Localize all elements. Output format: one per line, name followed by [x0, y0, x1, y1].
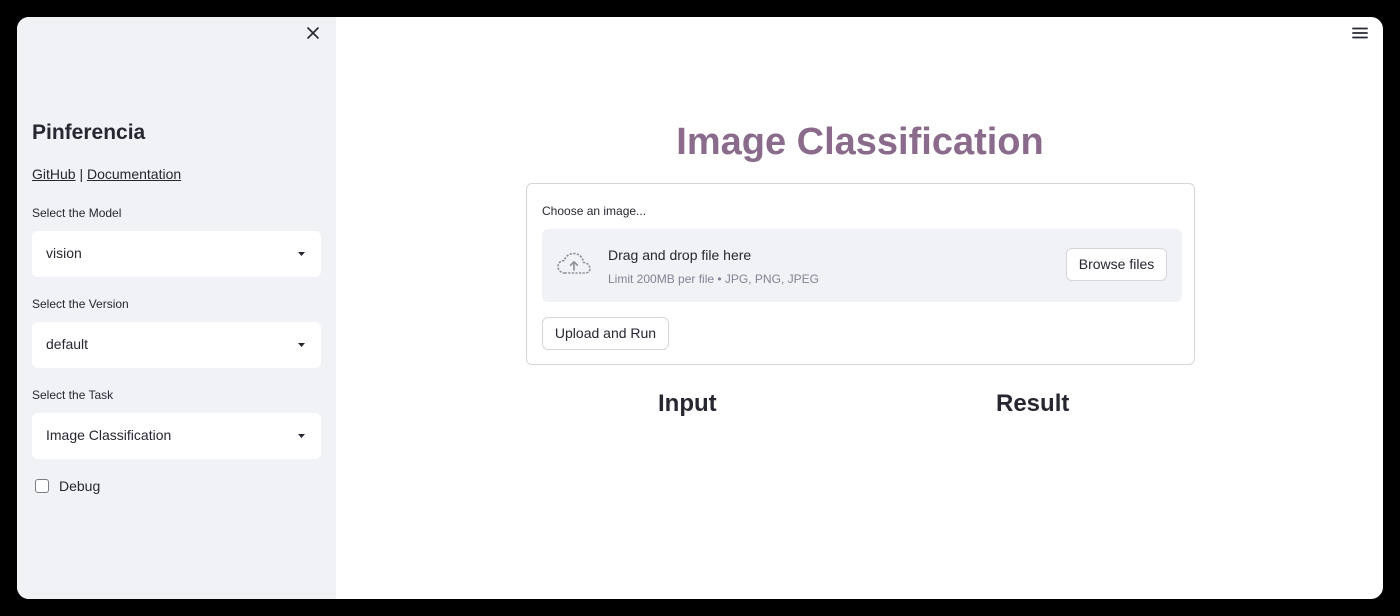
input-heading: Input — [658, 390, 717, 417]
task-select-label: Select the Task — [32, 388, 114, 402]
documentation-link[interactable]: Documentation — [87, 166, 181, 182]
task-select[interactable]: Image Classification — [32, 413, 321, 459]
link-separator: | — [75, 166, 87, 182]
github-link[interactable]: GitHub — [32, 166, 76, 182]
upload-form: Choose an image... Drag and drop file he… — [526, 183, 1195, 365]
sidebar-title: Pinferencia — [32, 121, 146, 144]
sidebar: Pinferencia GitHub | Documentation Selec… — [17, 17, 336, 599]
version-select-label: Select the Version — [32, 297, 129, 311]
chevron-down-icon — [298, 252, 305, 256]
model-select[interactable]: vision — [32, 231, 321, 277]
result-heading: Result — [996, 390, 1070, 417]
browse-files-button[interactable]: Browse files — [1066, 248, 1167, 281]
file-uploader-label: Choose an image... — [542, 204, 647, 218]
cloud-upload-icon — [557, 252, 591, 274]
model-select-label: Select the Model — [32, 206, 122, 220]
app-window: Pinferencia GitHub | Documentation Selec… — [17, 17, 1383, 599]
version-select-value: default — [46, 336, 89, 352]
close-sidebar-button[interactable] — [303, 23, 323, 43]
chevron-down-icon — [298, 434, 305, 438]
task-select-value: Image Classification — [46, 427, 172, 443]
dropzone-title: Drag and drop file here — [608, 247, 752, 263]
upload-and-run-button[interactable]: Upload and Run — [542, 317, 669, 350]
dropzone-limit-text: Limit 200MB per file • JPG, PNG, JPEG — [608, 272, 819, 286]
chevron-down-icon — [298, 343, 305, 347]
sidebar-links: GitHub | Documentation — [32, 166, 181, 182]
close-icon — [307, 27, 319, 39]
page-title: Image Classification — [676, 121, 1044, 163]
main-menu-button[interactable] — [1351, 25, 1369, 41]
hamburger-menu-icon — [1352, 27, 1368, 39]
file-dropzone[interactable]: Drag and drop file here Limit 200MB per … — [542, 229, 1182, 302]
model-select-value: vision — [46, 245, 82, 261]
debug-checkbox-label: Debug — [59, 478, 101, 494]
version-select[interactable]: default — [32, 322, 321, 368]
debug-checkbox[interactable] — [35, 479, 49, 493]
